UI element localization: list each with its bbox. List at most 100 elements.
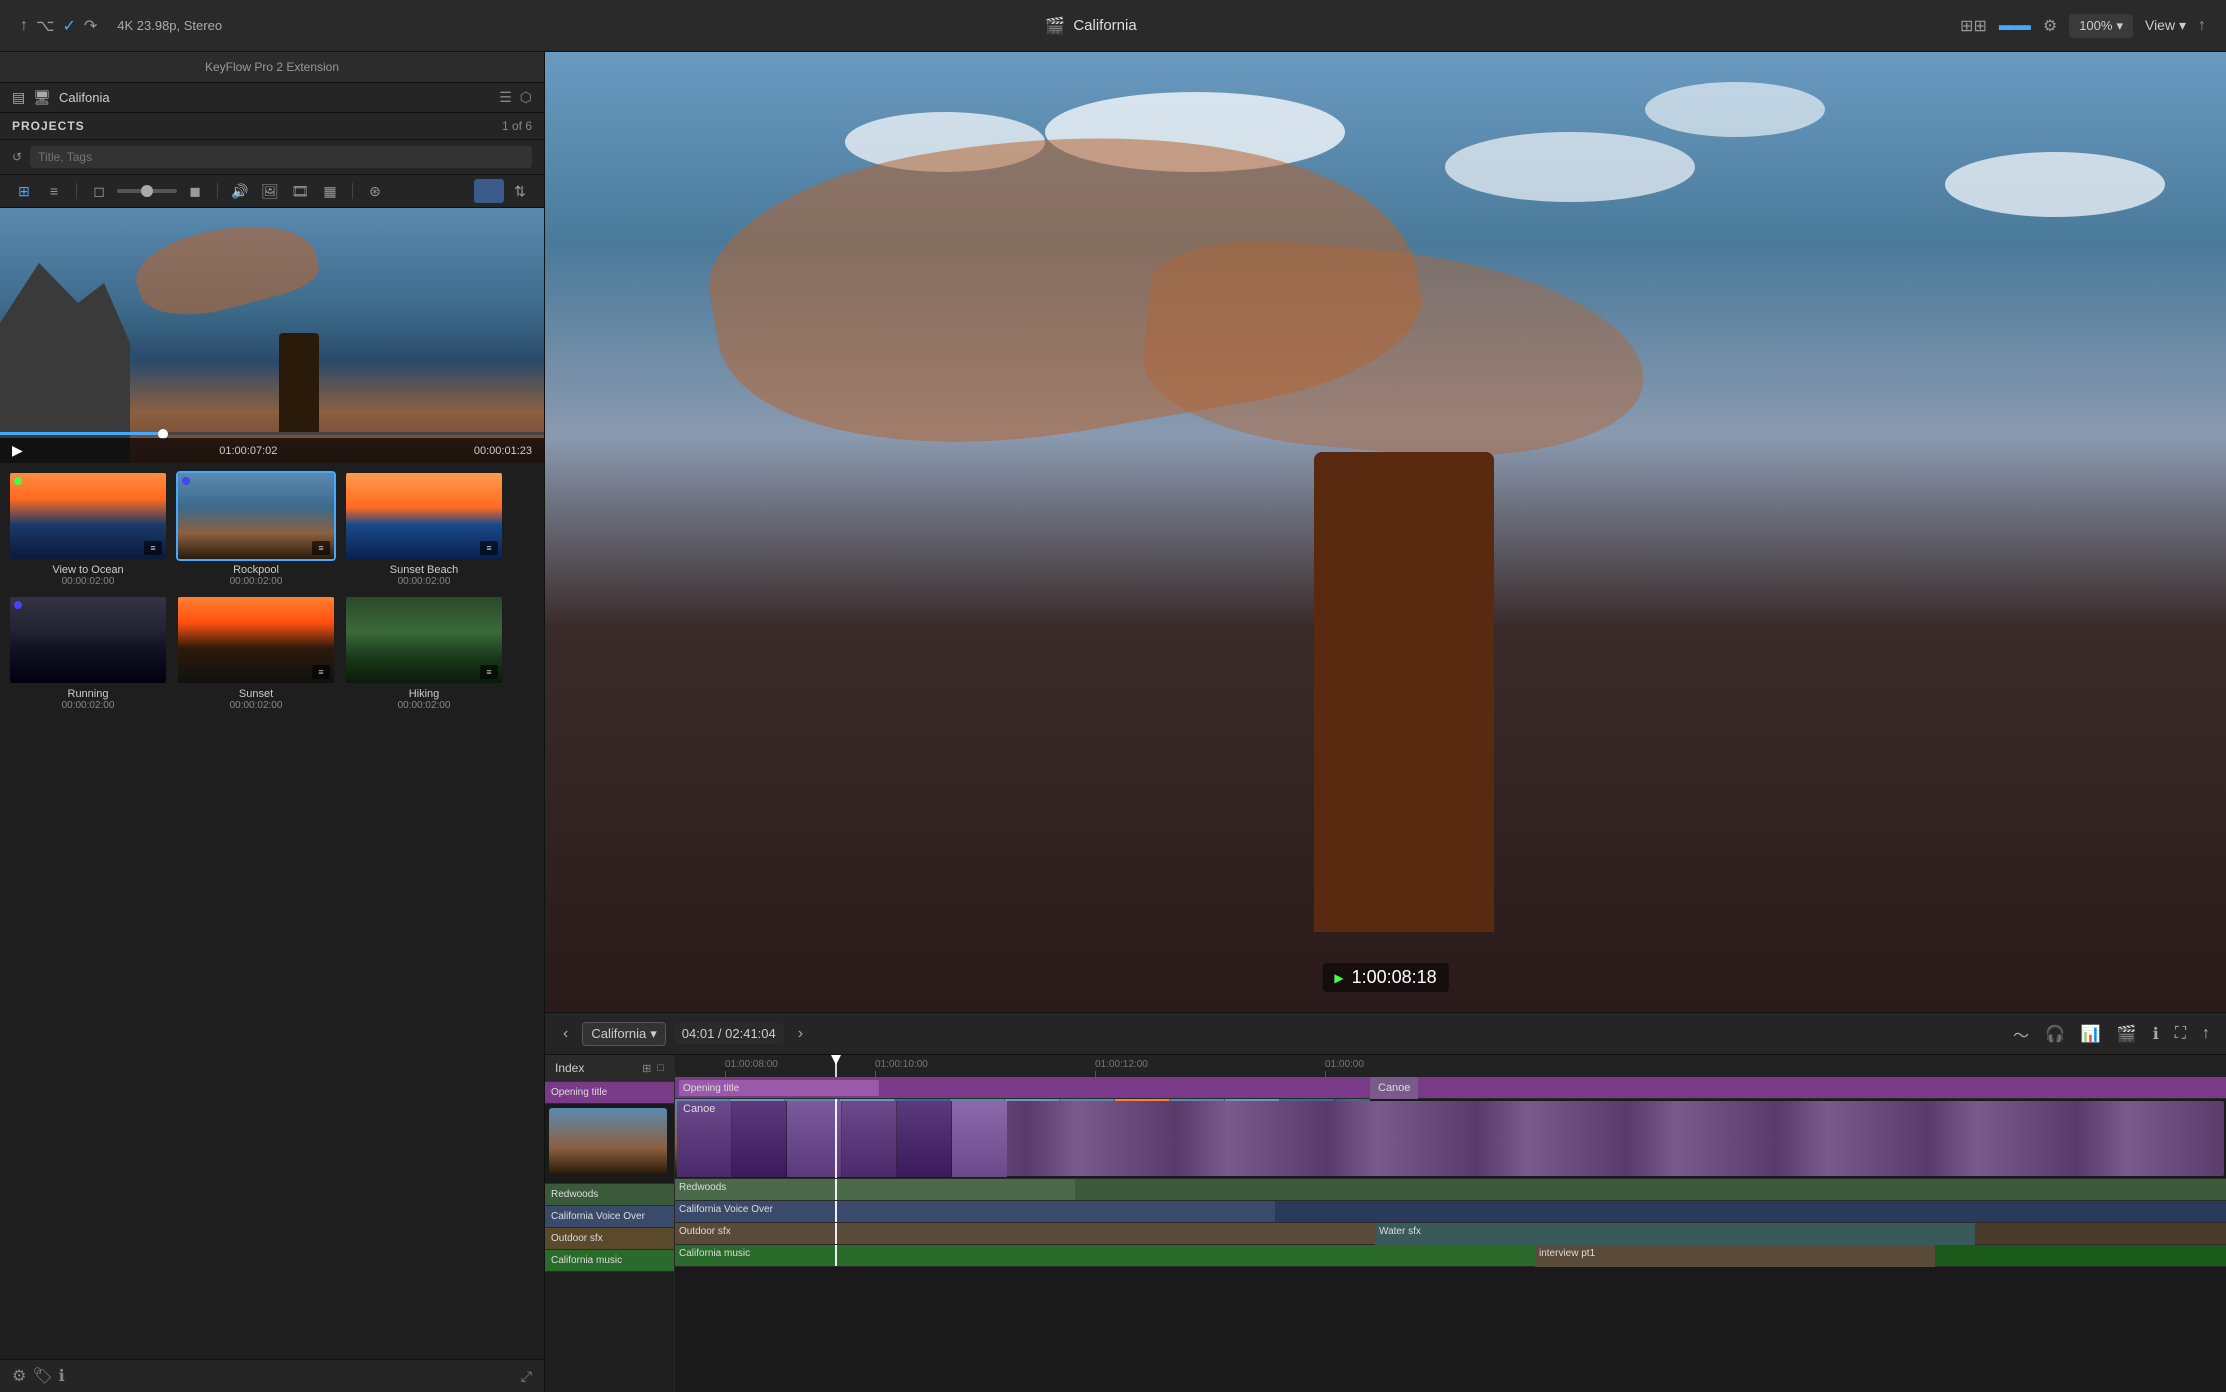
redwoods-clip[interactable]: Redwoods [675,1179,1075,1200]
clip-item-sunset[interactable]: ≡ Sunset 00:00:02:00 [176,595,336,711]
keyflow-subheader-left: ▤ 🖥 Califonia [12,89,110,106]
music-clip[interactable]: California music [675,1245,1575,1266]
list-icon[interactable]: ☰ [499,89,512,106]
clip-duration-sunset: 00:00:02:00 [176,700,336,711]
playhead-voiceover [835,1201,837,1222]
audio-meter-icon[interactable]: 📊 [2077,1020,2105,1048]
blue-rect-icon[interactable] [474,179,504,203]
clip-duration-sunset-beach: 00:00:02:00 [344,576,504,587]
projects-label: PROJECTS [12,119,85,133]
playhead-music [835,1245,837,1266]
clip-duration-ocean: 00:00:02:00 [8,576,168,587]
preview-progress-bar[interactable] [0,432,544,435]
clip-image-hiking [346,597,502,683]
headphone-icon[interactable]: 🎧 [2041,1020,2069,1048]
sidebar-toggle-icon[interactable]: ▤ [12,89,25,106]
sort-icon[interactable]: ⇅ [508,179,532,203]
monitor-label: Califonia [59,90,110,105]
audio-icon[interactable]: 🔊 [228,179,252,203]
projects-count: 1 of 6 [502,119,532,133]
canoe-clip-label: Canoe [683,1103,715,1115]
redwoods-label: Redwoods [551,1189,598,1200]
clip-item-sunset-beach[interactable]: ≡ Sunset Beach 00:00:02:00 [344,471,504,587]
square-icon[interactable]: ◼ [183,179,207,203]
fullscreen-btn[interactable]: ⛶ [2171,1021,2190,1047]
timeline-controls: ‹ California ▾ 04:01 / 02:41:04 › 〜 🎧 📊 … [545,1013,2226,1055]
timeline-icon[interactable]: ▬▬ [1999,17,2031,35]
preview-scarf [129,208,324,330]
settings-icon[interactable]: ⚙ [2043,16,2057,36]
clip-name-hiking: Hiking [344,688,504,700]
timeline-next-button[interactable]: › [792,1021,809,1047]
track-label-outdoor: Outdoor sfx [545,1228,674,1250]
timeline-ruler: 01:00:08:00 01:00:10:00 01:00:12:00 01:0… [675,1055,2226,1077]
ruler-mark-4: 01:00:00 [1325,1059,1364,1070]
hierarchy-icon[interactable]: ⊛ [363,179,387,203]
preview-controls: ▶ 01:00:07:02 00:00:01:23 [0,438,544,463]
index-icon-1[interactable]: ⊞ [642,1062,651,1075]
outdoor-clip[interactable]: Outdoor sfx [675,1223,1375,1244]
upload-icon[interactable]: ↑ [20,17,28,35]
outdoor-label: Outdoor sfx [551,1233,603,1244]
projects-bar: PROJECTS 1 of 6 [0,113,544,140]
ruler-mark-2: 01:00:10:00 [875,1059,928,1070]
water-sfx-label: Water sfx [1379,1226,1421,1237]
export-icon[interactable]: ↑ [2198,17,2206,35]
clip-dot-running [14,601,22,609]
opening-title-clip[interactable]: Opening title [679,1080,879,1096]
playhead-head [831,1055,841,1065]
grid-view-icon[interactable]: ⊞ [12,179,36,203]
search-icon: ↺ [12,150,22,164]
export-btn[interactable]: ↑ [2198,1021,2214,1047]
voiceover-clip[interactable]: California Voice Over [675,1201,1275,1222]
clip-item-running[interactable]: Running 00:00:02:00 [8,595,168,711]
project-name: California [591,1026,646,1041]
image-icon[interactable]: 🖼 [258,179,282,203]
preview-play-indicator: ▶ [1334,971,1343,985]
keyframe-icon[interactable]: ⌥ [36,16,54,36]
fit-icon[interactable]: ◻ [87,179,111,203]
opening-title-clip-label: Opening title [683,1083,739,1094]
canoe-label: Canoe [1378,1082,1410,1094]
expand-icon[interactable]: ⬡ [520,89,532,106]
clip-thumb-ocean: ≡ [8,471,168,561]
film-strip-icon[interactable]: 🎞 [288,179,312,203]
info-icon[interactable]: ℹ [59,1366,65,1386]
clip-icon[interactable]: 🎬 [2113,1020,2141,1048]
forward-icon[interactable]: ↷ [84,16,97,36]
left-bottom-toolbar: ⚙ 🏷 ℹ ⤢ [0,1359,544,1392]
clip-thumb-rock: ≡ [176,471,336,561]
settings-bottom-icon[interactable]: ⚙ [12,1366,26,1386]
preview-play-button[interactable]: ▶ [12,442,23,459]
clip-item-hiking[interactable]: ≡ Hiking 00:00:02:00 [344,595,504,711]
clip-item-view-to-ocean[interactable]: ≡ View to Ocean 00:00:02:00 [8,471,168,587]
view-button[interactable]: View ▾ [2145,17,2186,34]
clip-badge-1: ≡ [144,541,162,555]
grid-layout-icon[interactable]: ⊞⊞ [1960,16,1987,36]
search-input[interactable] [30,146,532,168]
zoom-button[interactable]: 100% ▾ [2069,14,2133,38]
fullscreen-icon[interactable]: ⤢ [521,1368,532,1385]
clip-item-rockpool[interactable]: ≡ Rockpool 00:00:02:00 [176,471,336,587]
index-icon-2[interactable]: □ [657,1062,664,1075]
title-bar-left: ↑ ⌥ ✓ ↷ 4K 23.98p, Stereo [20,16,222,36]
canoe-frame-2 [732,1101,787,1177]
redwoods-clip-label: Redwoods [679,1182,726,1193]
timeline-project-dropdown[interactable]: California ▾ [582,1022,665,1046]
index-tab[interactable]: Index ⊞ □ [545,1055,674,1082]
playhead-ruler [835,1055,837,1077]
info-btn[interactable]: ℹ [2149,1020,2163,1048]
filter-icon[interactable]: ▦ [318,179,342,203]
size-slider[interactable] [117,189,177,193]
music-clip-label: California music [679,1248,750,1259]
checkmark-icon[interactable]: ✓ [62,16,75,36]
clip-duration-running: 00:00:02:00 [8,700,168,711]
main-layout: KeyFlow Pro 2 Extension ▤ 🖥 Califonia ☰ … [0,52,2226,1392]
main-preview-timecode: ▶ 1:00:08:18 [1322,963,1448,992]
tag-icon[interactable]: 🏷 [32,1366,52,1386]
search-bar: ↺ [0,140,544,175]
timeline-prev-button[interactable]: ‹ [557,1021,574,1047]
canoe-frame-3 [787,1101,842,1177]
list-view-icon[interactable]: ≡ [42,179,66,203]
audio-wave-icon[interactable]: 〜 [2009,1018,2033,1050]
